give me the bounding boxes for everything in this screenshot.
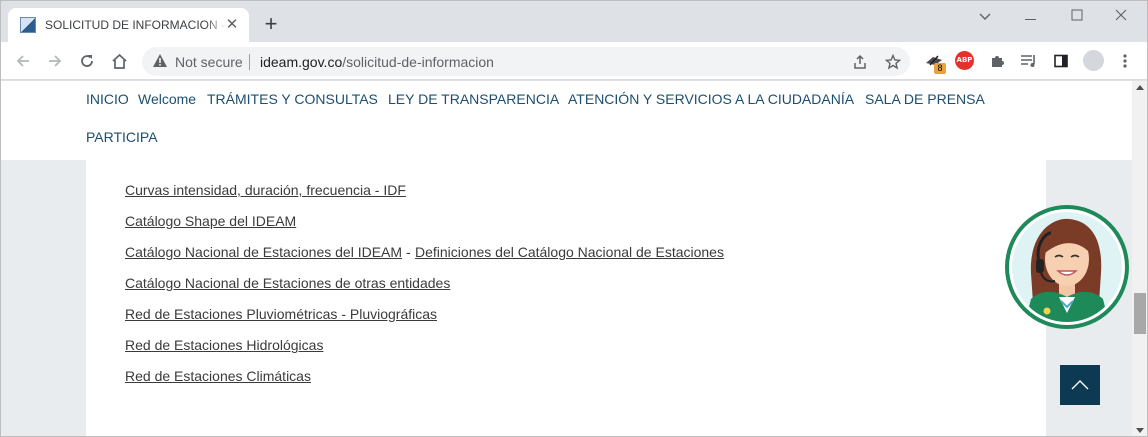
new-tab-button[interactable]: + xyxy=(259,12,283,36)
profile-avatar[interactable] xyxy=(1083,50,1104,71)
minimize-button[interactable] xyxy=(1008,4,1054,28)
tab-strip: SOLICITUD DE INFORMACION - IDEAM ✕ + xyxy=(0,0,1148,42)
nav-tramites-consultas[interactable]: TRÁMITES Y CONSULTAS xyxy=(207,91,378,107)
share-icon[interactable] xyxy=(850,52,870,72)
link-catalogo-estaciones-ideam[interactable]: Catálogo Nacional de Estaciones del IDEA… xyxy=(125,244,402,260)
puzzle-icon[interactable] xyxy=(986,50,1008,72)
link-red-hidrologicas[interactable]: Red de Estaciones Hidrológicas xyxy=(125,337,323,353)
url-domain: ideam.gov.co xyxy=(260,54,343,70)
extension-badge: 8 xyxy=(934,63,946,74)
nav-inicio[interactable]: INICIO xyxy=(86,91,129,107)
maximize-button[interactable] xyxy=(1054,4,1100,28)
scroll-to-top-button[interactable] xyxy=(1060,365,1100,405)
browser-toolbar: Not secure ideam.gov.co/solicitud-de-inf… xyxy=(0,42,1148,80)
link-red-pluviometricas[interactable]: Red de Estaciones Pluviométricas - Pluvi… xyxy=(125,306,437,322)
home-icon[interactable] xyxy=(108,50,130,72)
url-path: /solicitud-de-informacion xyxy=(342,54,494,70)
nav-atencion-servicios[interactable]: ATENCIÓN Y SERVICIOS A LA CIUDADANÍA xyxy=(568,91,854,107)
media-queue-icon[interactable] xyxy=(1018,50,1040,72)
nav-ley-transparencia[interactable]: LEY DE TRANSPARENCIA xyxy=(388,91,559,107)
security-status-label[interactable]: Not secure xyxy=(175,54,243,70)
tab-search-icon[interactable] xyxy=(962,4,1008,28)
reload-icon[interactable] xyxy=(76,50,98,72)
link-catalogo-shape[interactable]: Catálogo Shape del IDEAM xyxy=(125,213,296,229)
main-content: Curvas intensidad, duración, frecuencia … xyxy=(86,160,1046,437)
scroll-up-arrow-icon[interactable] xyxy=(1136,85,1144,90)
address-bar[interactable]: Not secure ideam.gov.co/solicitud-de-inf… xyxy=(142,47,910,76)
link-catalogo-otras-entidades[interactable]: Catálogo Nacional de Estaciones de otras… xyxy=(125,275,450,291)
forward-arrow-icon[interactable] xyxy=(44,50,66,72)
link-red-climaticas[interactable]: Red de Estaciones Climáticas xyxy=(125,368,311,384)
back-arrow-icon[interactable] xyxy=(12,50,34,72)
close-window-button[interactable] xyxy=(1098,4,1144,28)
star-icon[interactable] xyxy=(883,52,903,72)
nav-sala-prensa[interactable]: SALA DE PRENSA xyxy=(865,91,985,107)
link-definiciones-catalogo[interactable]: Definiciones del Catálogo Nacional de Es… xyxy=(415,244,724,260)
warning-icon[interactable] xyxy=(152,53,168,73)
side-panel-icon[interactable] xyxy=(1050,50,1072,72)
site-navbar: INICIO Welcome TRÁMITES Y CONSULTAS LEY … xyxy=(0,81,1132,160)
nav-participa[interactable]: PARTICIPA xyxy=(86,129,158,145)
nav-welcome[interactable]: Welcome xyxy=(138,91,196,107)
virtual-assistant-icon[interactable] xyxy=(1003,203,1131,331)
page-viewport: INICIO Welcome TRÁMITES Y CONSULTAS LEY … xyxy=(0,81,1132,437)
kebab-menu-icon[interactable] xyxy=(1114,50,1136,72)
adblock-icon[interactable]: ABP xyxy=(955,51,974,70)
chevron-up-icon xyxy=(1071,380,1089,390)
link-separator: - xyxy=(406,244,411,260)
tab-close-icon[interactable]: ✕ xyxy=(223,16,241,34)
address-separator xyxy=(249,54,250,70)
scroll-down-arrow-icon[interactable] xyxy=(1136,428,1144,433)
tab-title: SOLICITUD DE INFORMACION - IDEAM xyxy=(45,18,227,32)
page-scrollbar[interactable] xyxy=(1132,81,1148,437)
tab-active[interactable]: SOLICITUD DE INFORMACION - IDEAM ✕ xyxy=(8,8,249,42)
site-favicon-icon xyxy=(20,17,36,33)
url-text[interactable]: ideam.gov.co/solicitud-de-informacion xyxy=(260,54,494,70)
link-curvas-idf[interactable]: Curvas intensidad, duración, frecuencia … xyxy=(125,182,406,198)
scrollbar-thumb[interactable] xyxy=(1134,293,1146,334)
